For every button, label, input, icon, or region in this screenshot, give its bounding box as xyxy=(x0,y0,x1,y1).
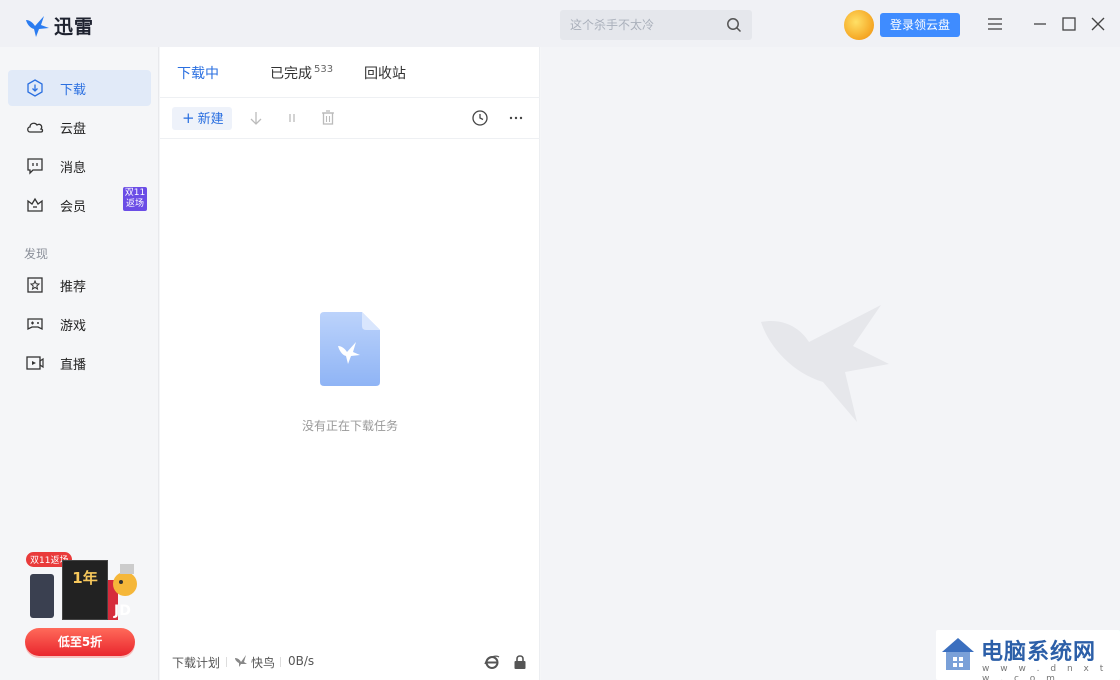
empty-state-text: 没有正在下载任务 xyxy=(301,419,398,433)
turbo-mode-label[interactable]: 快鸟 xyxy=(251,654,275,671)
sidebar-item-label: 直播 xyxy=(60,358,87,373)
lock-icon[interactable] xyxy=(513,654,527,670)
status-divider xyxy=(280,657,281,667)
browser-icon[interactable] xyxy=(484,654,500,670)
badge-line-1: 双11 xyxy=(124,188,146,198)
login-button[interactable]: 登录领云盘 xyxy=(880,13,960,37)
sidebar-item-download[interactable]: 下载 xyxy=(8,70,151,106)
tab-completed-label: 已完成 xyxy=(270,66,312,82)
avatar[interactable] xyxy=(844,10,874,40)
detail-panel: 电脑系统网 w w w . d n x t w . c o m xyxy=(541,47,1120,680)
status-divider xyxy=(226,657,227,667)
sidebar-item-cloud[interactable]: 云盘 xyxy=(8,109,151,145)
completed-count: 533 xyxy=(314,64,334,76)
download-tabs: 下载中 已完成 533 回收站 xyxy=(160,47,540,98)
tab-downloading[interactable]: 下载中 xyxy=(177,63,219,83)
minimize-icon[interactable] xyxy=(1030,14,1050,34)
delete-icon[interactable] xyxy=(319,109,337,127)
cloud-icon xyxy=(27,122,44,133)
section-label-discover: 发现 xyxy=(24,247,49,261)
search-box[interactable] xyxy=(560,10,752,40)
empty-file-icon xyxy=(320,312,380,386)
badge-line-2: 返场 xyxy=(125,199,144,209)
menu-icon[interactable] xyxy=(985,14,1005,34)
download-toolbar: + 新建 xyxy=(160,98,540,139)
thunder-watermark-icon xyxy=(761,305,889,422)
sidebar-item-recommend[interactable]: 推荐 xyxy=(8,267,151,303)
message-icon xyxy=(27,158,43,175)
search-icon[interactable] xyxy=(726,17,742,33)
promo-button[interactable]: 低至5折 xyxy=(25,628,135,656)
new-task-label: 新建 xyxy=(197,112,224,127)
sidebar-item-label: 云盘 xyxy=(60,122,87,137)
sidebar-item-label: 下载 xyxy=(60,83,87,98)
sidebar-item-vip[interactable]: 会员 双11 返场 xyxy=(8,187,151,223)
search-input[interactable] xyxy=(570,10,720,40)
more-icon[interactable] xyxy=(507,109,525,127)
pause-icon[interactable] xyxy=(283,109,301,127)
watermark-url: w w w . d n x t w . c o m xyxy=(982,664,1108,680)
download-icon xyxy=(27,79,43,97)
watermark-title: 电脑系统网 xyxy=(981,639,1097,665)
close-icon[interactable] xyxy=(1088,14,1108,34)
sidebar-item-live[interactable]: 直播 xyxy=(8,345,151,381)
sidebar-item-message[interactable]: 消息 xyxy=(8,148,151,184)
sidebar: 下载 云盘 消息 会员 双11 返场 发现 推荐 游戏 直播 JD 双11返场 … xyxy=(0,47,159,680)
thunder-bird-icon xyxy=(26,15,49,37)
start-download-icon[interactable] xyxy=(247,109,265,127)
plus-icon: + xyxy=(182,109,195,127)
live-icon xyxy=(26,356,44,370)
maximize-icon[interactable] xyxy=(1059,14,1079,34)
svg-text:JD: JD xyxy=(113,603,131,619)
bird-speed-icon xyxy=(235,655,247,667)
new-task-button[interactable]: + 新建 xyxy=(172,107,232,130)
sidebar-item-label: 游戏 xyxy=(60,319,87,334)
tab-recycle-bin[interactable]: 回收站 xyxy=(364,63,406,83)
sidebar-item-label: 推荐 xyxy=(60,280,87,295)
app-logo: 迅雷 xyxy=(24,12,94,39)
promo-badge: 双11 返场 xyxy=(123,187,147,211)
gamepad-icon xyxy=(27,318,43,331)
house-icon xyxy=(942,638,974,670)
download-speed: 0B/s xyxy=(288,654,315,668)
site-watermark: 电脑系统网 w w w . d n x t w . c o m xyxy=(936,630,1120,680)
status-bar: 下载计划 快鸟 0B/s xyxy=(160,650,540,674)
clock-icon[interactable] xyxy=(471,109,489,127)
sidebar-item-games[interactable]: 游戏 xyxy=(8,306,151,342)
title-bar: 迅雷 登录领云盘 xyxy=(0,0,1120,47)
promo-box: 1年 xyxy=(62,560,108,620)
download-plan-link[interactable]: 下载计划 xyxy=(172,654,220,671)
promo-banner[interactable]: JD 双11返场 1年 低至5折 xyxy=(22,550,142,658)
sidebar-item-label: 会员 xyxy=(60,200,87,215)
crown-icon xyxy=(27,197,43,212)
download-panel: 下载中 已完成 533 回收站 + 新建 没有正在下载任务 下载计划 快鸟 0B… xyxy=(160,47,540,680)
tab-completed[interactable]: 已完成 533 xyxy=(270,63,333,83)
star-icon xyxy=(27,277,43,293)
sidebar-item-label: 消息 xyxy=(60,161,87,176)
app-title: 迅雷 xyxy=(54,16,95,38)
